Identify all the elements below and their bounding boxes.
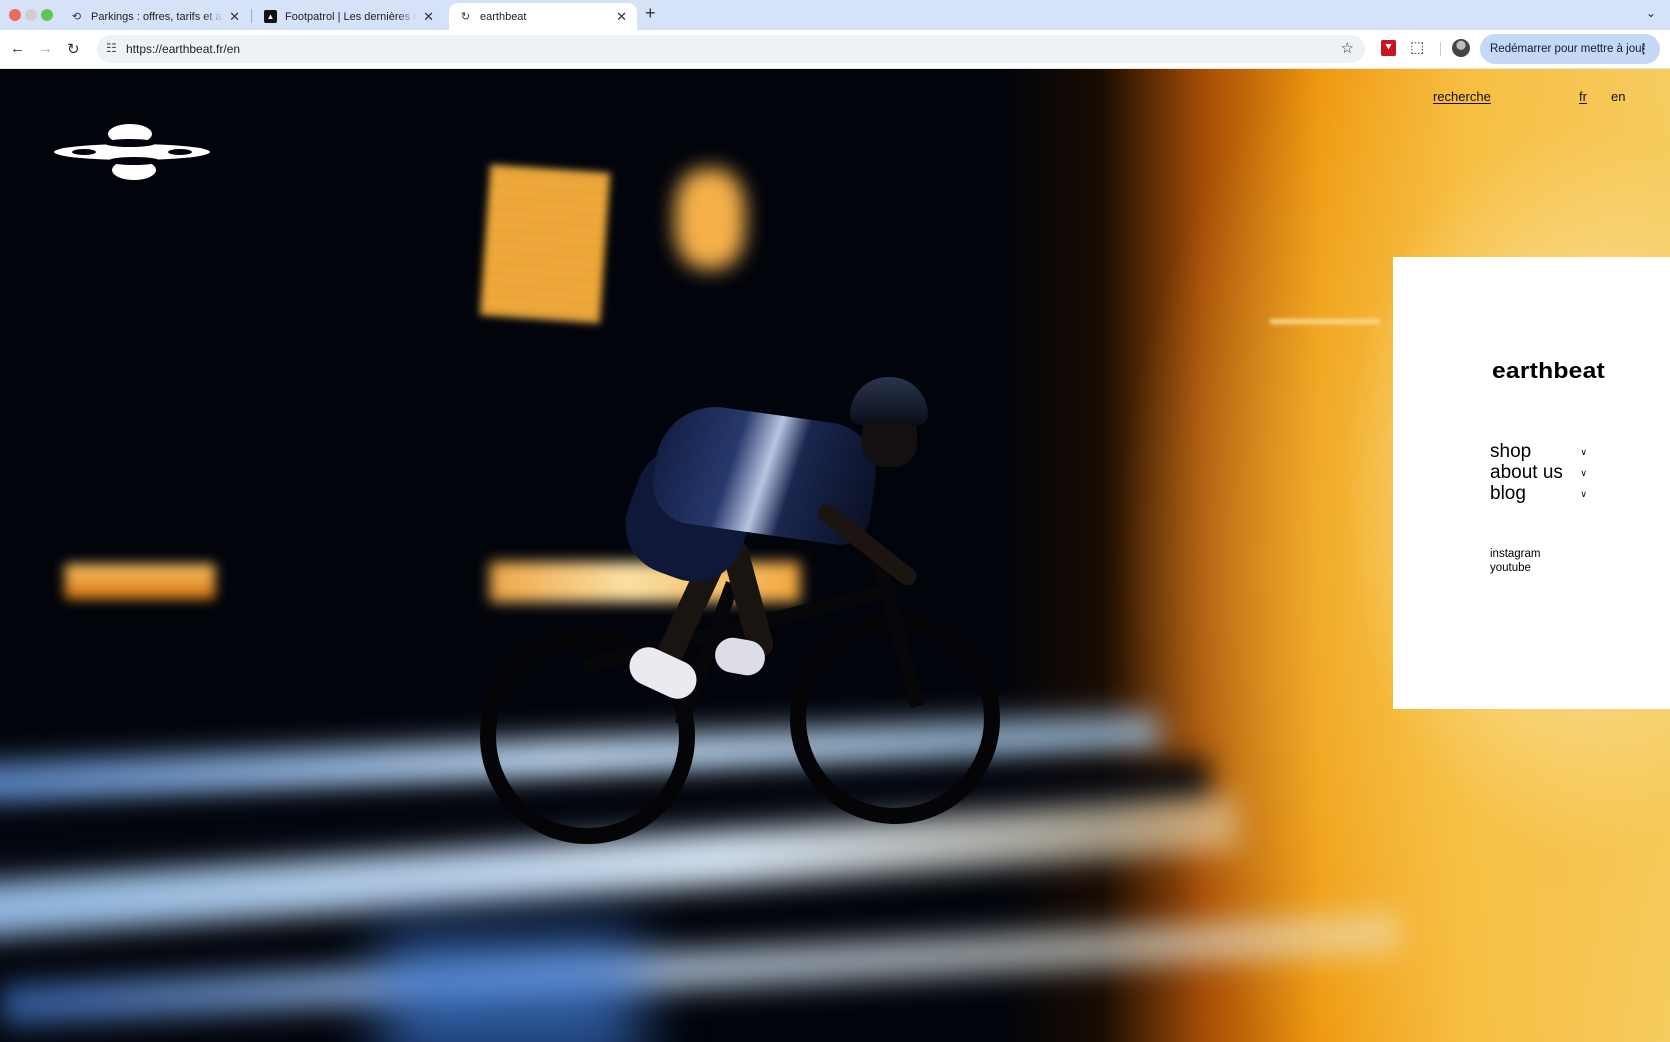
background-light: [675, 169, 745, 269]
restart-update-button[interactable]: Redémarrer pour mettre à jour ⋮: [1480, 34, 1660, 64]
language-fr-link[interactable]: fr: [1579, 89, 1587, 104]
site-controls-icon[interactable]: ☷: [106, 41, 117, 55]
cyclist-helmet: [850, 377, 928, 425]
extensions-puzzle-icon[interactable]: ⬚: [1410, 38, 1424, 56]
background-light: [479, 164, 611, 324]
window-zoom-button[interactable]: [41, 9, 53, 21]
motion-streak: [0, 912, 1401, 1026]
menu-item-label: shop: [1490, 440, 1532, 462]
chevron-down-icon: ∨: [1580, 447, 1587, 457]
window-minimize-button[interactable]: [25, 9, 37, 21]
footpatrol-favicon-icon: ▲: [264, 10, 277, 23]
tab-earthbeat[interactable]: ↻ earthbeat ✕: [449, 3, 637, 30]
tab-footpatrol[interactable]: ▲ Footpatrol | Les dernières nouveautés …: [254, 3, 444, 30]
tab-close-icon[interactable]: ✕: [616, 9, 627, 25]
chevron-down-icon: ∨: [1580, 468, 1587, 478]
tab-title: earthbeat: [480, 10, 527, 23]
back-arrow-icon[interactable]: ←: [10, 40, 25, 57]
more-menu-icon[interactable]: ⋮: [1637, 41, 1650, 57]
menu-item-label: about us: [1490, 461, 1563, 483]
update-button-label: Redémarrer pour mettre à jour: [1490, 43, 1646, 55]
earthbeat-logo-icon[interactable]: [54, 121, 210, 183]
menu-item-shop[interactable]: shop ∨: [1490, 441, 1587, 462]
background-light: [65, 564, 215, 599]
bookmark-star-icon[interactable]: ☆: [1341, 39, 1354, 57]
toolbar-divider: [1440, 42, 1441, 56]
loading-spinner-icon: ↻: [460, 11, 471, 23]
new-tab-button[interactable]: +: [645, 3, 656, 24]
browser-toolbar: ← → ↻ ☷ https://earthbeat.fr/en ☆ ⯆ ⬚ Re…: [0, 30, 1670, 69]
url-text[interactable]: https://earthbeat.fr/en: [126, 42, 240, 56]
tab-title: Footpatrol | Les dernières nouveautés: [285, 10, 418, 23]
parking-favicon-icon: ⟲: [71, 11, 82, 23]
tab-close-icon[interactable]: ✕: [423, 9, 434, 25]
reload-icon[interactable]: ↻: [67, 40, 80, 58]
menu-item-label: blog: [1490, 482, 1526, 504]
menu-item-about-us[interactable]: about us ∨: [1490, 462, 1587, 483]
tab-close-icon[interactable]: ✕: [229, 9, 240, 25]
chevron-down-icon: ∨: [1580, 489, 1587, 499]
brand-wordmark[interactable]: earthbeat: [1492, 358, 1605, 384]
tab-separator: [251, 9, 252, 23]
address-bar[interactable]: ☷ https://earthbeat.fr/en ☆: [97, 35, 1365, 63]
profile-avatar[interactable]: [1452, 39, 1470, 57]
language-en-link[interactable]: en: [1611, 89, 1625, 104]
navigation-panel: earthbeat shop ∨ about us ∨ blog ∨ insta…: [1393, 257, 1670, 709]
youtube-link[interactable]: youtube: [1490, 561, 1541, 575]
search-link[interactable]: recherche: [1433, 89, 1491, 104]
motion-streak: [380, 929, 640, 1042]
instagram-link[interactable]: instagram: [1490, 547, 1541, 561]
main-menu: shop ∨ about us ∨ blog ∨: [1490, 441, 1587, 504]
tab-parkings[interactable]: ⟲ Parkings : offres, tarifs et abonnemen…: [60, 3, 250, 30]
social-links: instagram youtube: [1490, 547, 1541, 575]
background-light: [1270, 319, 1380, 324]
forward-arrow-icon[interactable]: →: [38, 40, 53, 57]
pdf-extension-icon[interactable]: ⯆: [1381, 40, 1396, 56]
menu-item-blog[interactable]: blog ∨: [1490, 483, 1587, 504]
tab-title: Parkings : offres, tarifs et abonnements: [91, 10, 223, 23]
tab-search-chevron-icon[interactable]: ⌄: [1646, 6, 1656, 20]
tab-strip: ⟲ Parkings : offres, tarifs et abonnemen…: [0, 0, 1670, 30]
window-close-button[interactable]: [9, 9, 21, 21]
